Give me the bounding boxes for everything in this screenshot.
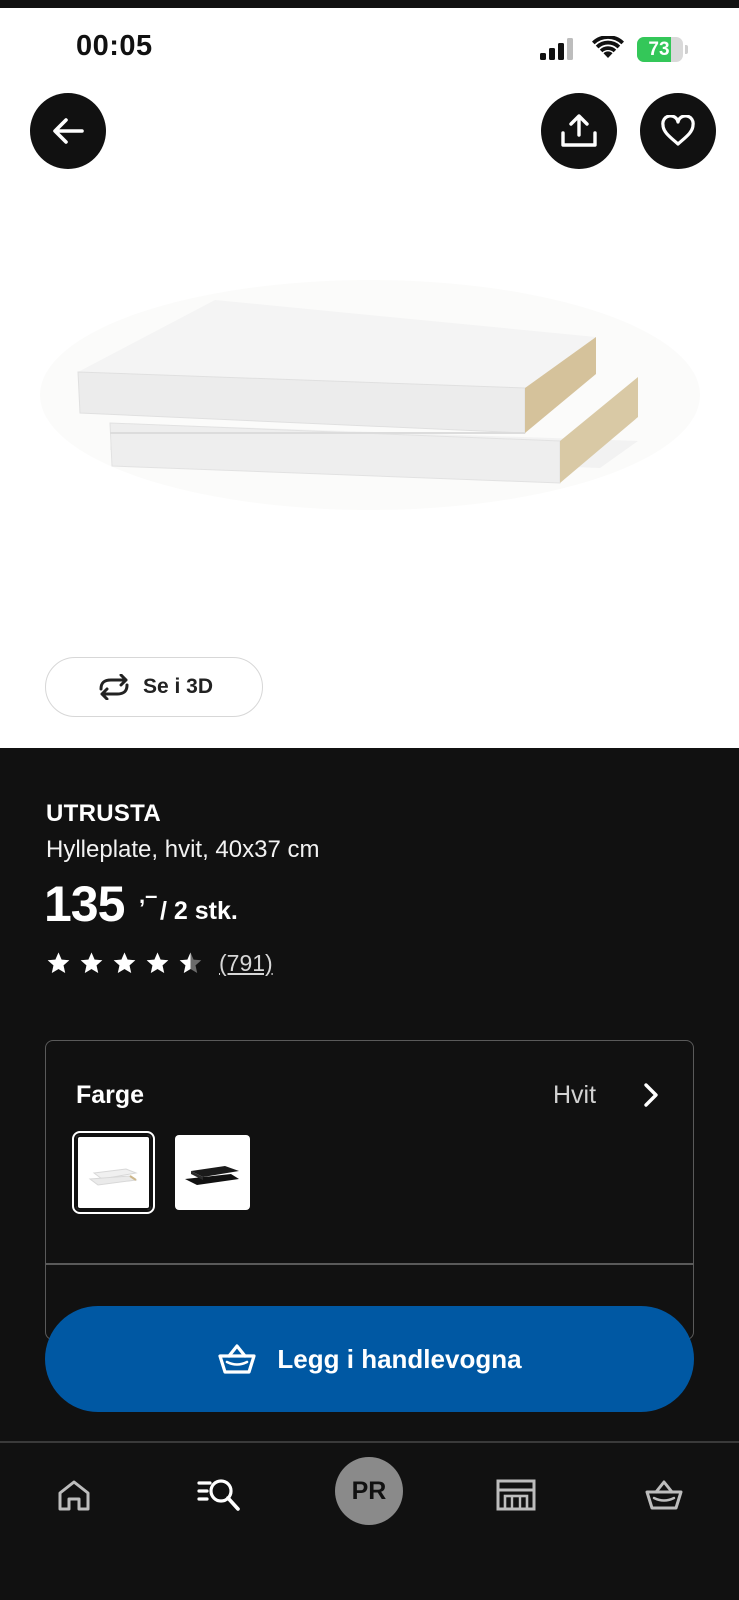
wifi-icon	[592, 36, 624, 58]
nav-cart[interactable]	[632, 1463, 696, 1527]
basket-icon	[218, 1344, 257, 1374]
star-icon	[80, 952, 103, 973]
nav-stores[interactable]	[484, 1463, 548, 1527]
color-title: Farge	[76, 1081, 145, 1109]
nav-home[interactable]	[42, 1463, 106, 1527]
product-price: 135 ,– / 2 stk.	[44, 875, 238, 933]
search-list-icon	[197, 1479, 240, 1511]
back-button[interactable]	[30, 93, 106, 169]
add-to-cart-label: Legg i handlevogna	[277, 1343, 522, 1374]
color-swatch-white[interactable]	[72, 1131, 155, 1214]
rating-stars	[46, 951, 203, 976]
product-rating[interactable]: (791)	[46, 948, 273, 978]
star-icon	[179, 952, 202, 973]
top-edge-strip	[0, 0, 739, 8]
view-in-3d-button[interactable]: Se i 3D	[45, 657, 263, 717]
color-selector-card: Farge Hvit	[45, 1040, 694, 1340]
battery-percent: 73	[648, 39, 670, 60]
star-icon	[113, 952, 136, 973]
product-image	[40, 280, 700, 510]
price-main: 135	[44, 876, 125, 932]
store-icon	[496, 1479, 536, 1511]
white-shelf-thumbnail	[88, 1168, 138, 1186]
rating-count-link[interactable]: (791)	[219, 950, 273, 977]
signal-icon	[540, 38, 573, 60]
star-icon	[47, 952, 70, 973]
product-brand: UTRUSTA	[46, 800, 161, 827]
share-button[interactable]	[541, 93, 617, 169]
rotate-3d-icon	[99, 674, 129, 700]
profile-initials: PR	[351, 1476, 387, 1505]
product-description: Hylleplate, hvit, 40x37 cm	[46, 836, 320, 863]
heart-icon	[661, 115, 695, 146]
chevron-right-icon[interactable]	[640, 1081, 662, 1109]
status-time: 00:05	[76, 30, 153, 62]
view-in-3d-label: Se i 3D	[142, 675, 214, 698]
color-selected-value[interactable]: Hvit	[553, 1081, 596, 1110]
nav-search[interactable]	[188, 1463, 252, 1527]
bottom-nav: PR	[0, 1443, 739, 1600]
add-to-cart-button[interactable]: Legg i handlevogna	[45, 1306, 694, 1412]
price-unit: / 2 stk.	[160, 897, 238, 925]
arrow-left-icon	[53, 118, 84, 144]
card-divider	[46, 1263, 693, 1265]
nav-profile-avatar[interactable]: PR	[335, 1457, 403, 1525]
share-icon	[561, 114, 597, 147]
battery-icon: 73	[637, 37, 689, 62]
star-icon	[146, 952, 169, 973]
cart-icon	[645, 1480, 683, 1510]
home-icon	[58, 1480, 90, 1511]
color-swatch-black[interactable]	[175, 1135, 250, 1210]
favorite-button[interactable]	[640, 93, 716, 169]
black-shelf-thumbnail	[185, 1166, 239, 1185]
price-decimal: ,–	[139, 883, 158, 908]
